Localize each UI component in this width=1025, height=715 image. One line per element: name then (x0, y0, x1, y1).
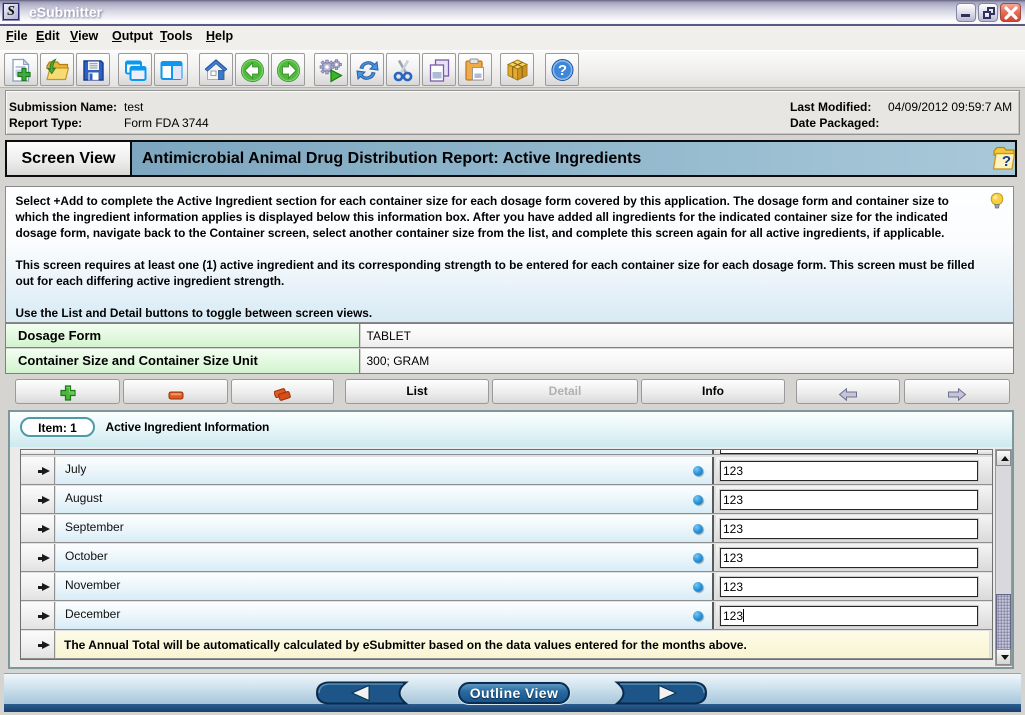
svg-text:?: ? (1002, 153, 1011, 170)
svg-text:?: ? (558, 62, 567, 79)
